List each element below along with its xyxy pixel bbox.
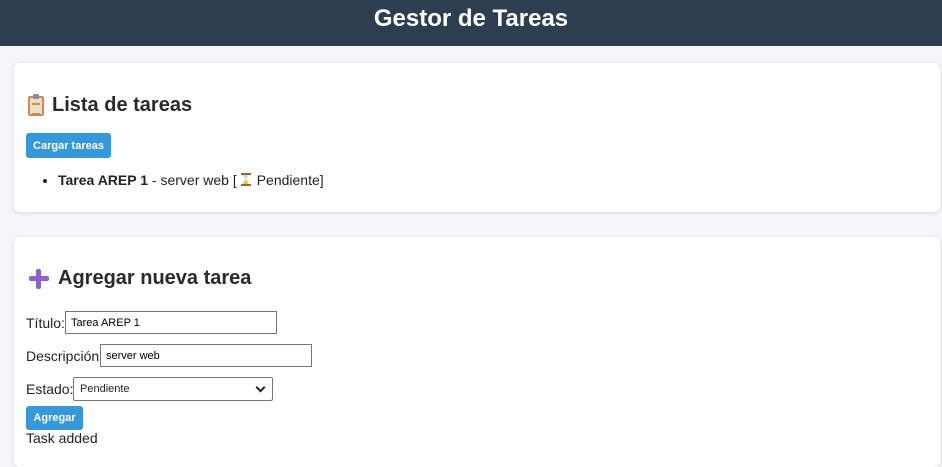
hourglass-icon — [240, 173, 251, 186]
add-task-heading: Agregar nueva tarea — [28, 267, 251, 290]
task-list-card: Lista de tareas Cargar tareas Tarea AREP… — [14, 63, 940, 212]
task-title: Tarea AREP 1 — [58, 172, 149, 188]
state-label: Estado: — [26, 381, 74, 397]
state-select[interactable]: Pendiente — [73, 377, 273, 401]
task-bracket-close: ] — [319, 172, 324, 188]
page-title: Gestor de Tareas — [373, 5, 569, 32]
status-message: Task added — [26, 430, 98, 446]
clipboard-icon — [28, 93, 44, 116]
description-label: Descripción: — [26, 348, 104, 364]
load-tasks-button[interactable]: Cargar tareas — [26, 133, 111, 158]
task-separator: - — [148, 172, 161, 188]
chevron-down-icon — [255, 382, 266, 392]
app-header: Gestor de Tareas — [0, 0, 942, 46]
add-task-title: Agregar nueva tarea — [58, 267, 252, 289]
description-input[interactable] — [100, 344, 312, 367]
task-list-title: Lista de tareas — [52, 94, 193, 116]
list-item: Tarea AREP 1 - server web [ Pendiente] — [58, 172, 324, 188]
add-task-card: Agregar nueva tarea Título: Descripción:… — [14, 237, 940, 467]
task-list-heading: Lista de tareas — [28, 93, 193, 117]
task-status: Pendiente — [256, 172, 320, 188]
title-input[interactable] — [65, 311, 277, 334]
task-description: server web — [160, 172, 229, 188]
task-bracket-open: [ — [228, 172, 237, 188]
task-list: Tarea AREP 1 - server web [ Pendiente] — [58, 172, 324, 188]
plus-icon — [28, 268, 50, 290]
state-selected-value: Pendiente — [80, 383, 130, 395]
title-label: Título: — [26, 315, 65, 331]
add-task-button[interactable]: Agregar — [26, 406, 83, 430]
